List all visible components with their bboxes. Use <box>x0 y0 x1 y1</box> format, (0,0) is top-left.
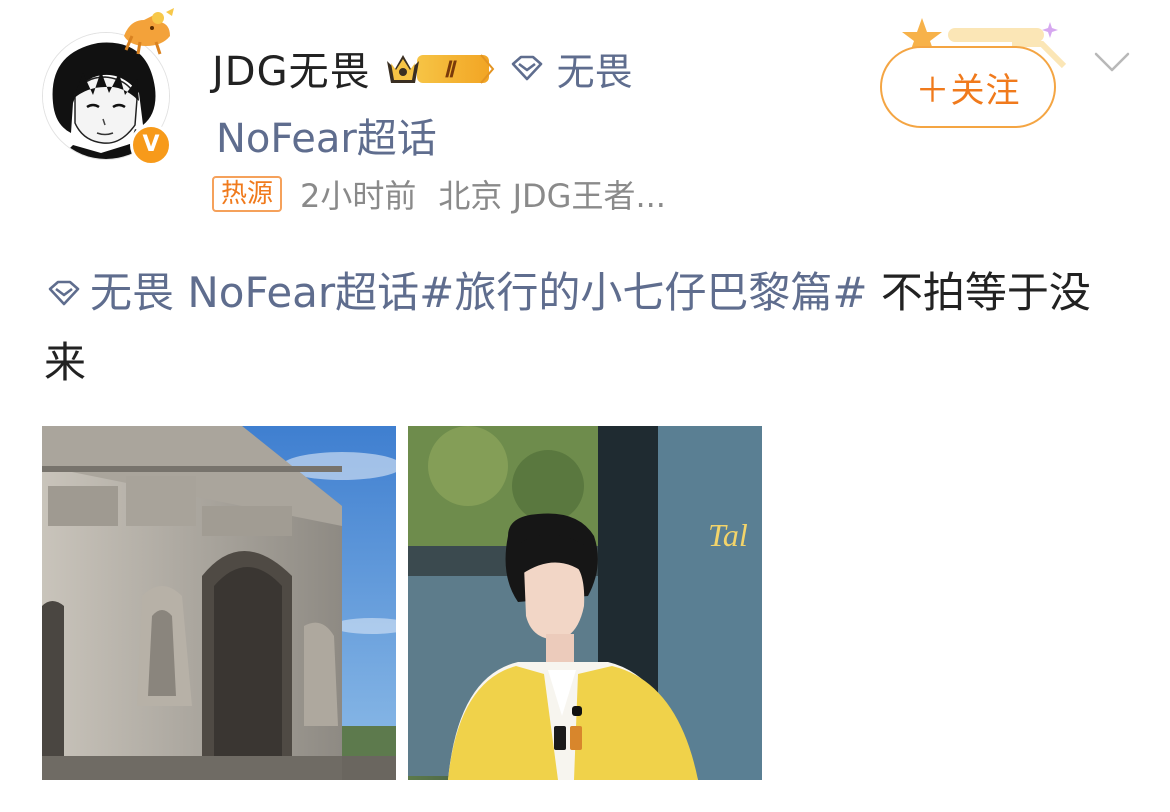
follow-button[interactable]: ＋关注 <box>880 46 1056 128</box>
avatar-container[interactable]: V <box>42 8 174 166</box>
hot-source-badge[interactable]: 热源 <box>212 176 283 212</box>
avatar-pendant-icon <box>124 8 174 55</box>
post-source[interactable]: 北京 JDG王者... <box>438 171 666 217</box>
tag-label: 无畏 <box>556 49 633 94</box>
chevron-down-icon[interactable] <box>1092 48 1132 76</box>
topic-link-label: 无畏 NoFear超话 <box>90 268 420 317</box>
weibo-post-card: V JDG无畏 Ⅱ 无畏 NoFear超话 热源 2小时前 北京 JDG王者..… <box>0 0 1170 812</box>
photo-arc-de-triomphe <box>42 426 396 780</box>
verified-v-icon: V <box>130 124 172 166</box>
post-image-2[interactable]: Tal <box>408 426 762 780</box>
tag-chip[interactable]: 无畏 <box>507 41 633 96</box>
neon-sign-decoration: Tal <box>708 517 748 553</box>
post-image-1[interactable] <box>42 426 396 780</box>
member-level-badge-icon[interactable]: Ⅱ <box>383 47 495 89</box>
hashtag-link[interactable]: #旅行的小七仔巴黎篇# <box>419 268 867 317</box>
diamond-icon <box>48 280 80 305</box>
post-time: 2小时前 <box>300 177 417 215</box>
username[interactable]: JDG无畏 <box>212 39 371 97</box>
diamond-icon <box>511 55 542 81</box>
topic-link[interactable]: 无畏 NoFear超话 <box>44 268 419 317</box>
supertopic-link[interactable]: NoFear超话 <box>216 106 437 164</box>
name-row: JDG无畏 Ⅱ 无畏 <box>212 40 633 96</box>
meta-row: 热源 2小时前 北京 JDG王者... <box>212 171 666 217</box>
post-body: 无畏 NoFear超话#旅行的小七仔巴黎篇# 不拍等于没来 <box>44 258 1124 398</box>
photo-portrait: Tal <box>408 426 762 780</box>
